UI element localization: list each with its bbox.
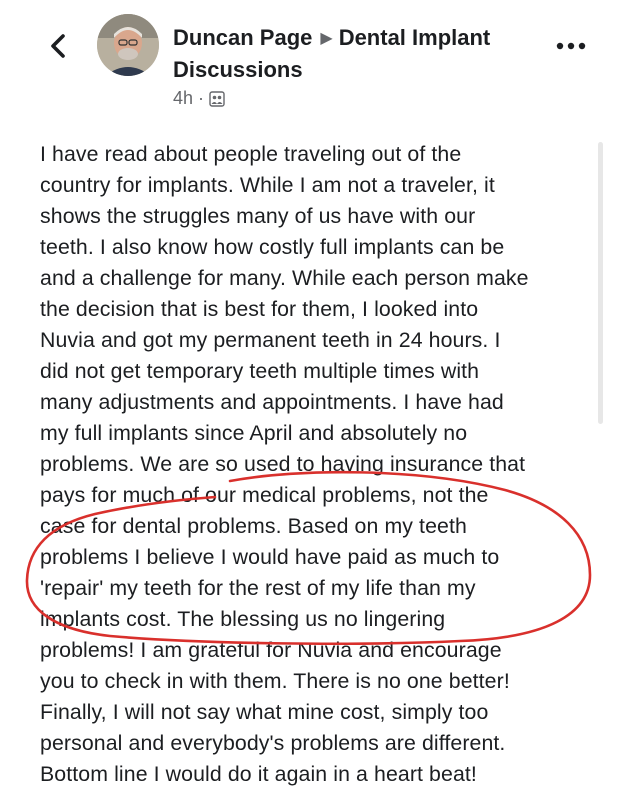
post-text-line: many adjustments and appointments. I hav…	[40, 390, 504, 414]
post-text-line: pays for much of our medical problems, n…	[40, 483, 489, 507]
post-text-line: my full implants since April and absolut…	[40, 421, 468, 445]
post-text-line: and a challenge for many. While each per…	[40, 266, 529, 290]
post-time[interactable]: 4h	[173, 88, 193, 109]
post-text-line: you to check in with them. There is no o…	[40, 669, 510, 693]
post-text-line: Finally, I will not say what mine cost, …	[40, 700, 489, 724]
author-name[interactable]: Duncan Page	[173, 25, 312, 50]
post-meta: 4h ·	[173, 88, 225, 109]
post-text-line: Nuvia and got my permanent teeth in 24 h…	[40, 328, 501, 352]
post-text: I have read about people traveling out o…	[40, 139, 596, 790]
post-text-line: I have read about people traveling out o…	[40, 142, 462, 166]
post-text-line: did not get temporary teeth multiple tim…	[40, 359, 480, 383]
post-text-line: problems I believe I would have paid as …	[40, 545, 500, 569]
post-text-line: teeth. I also know how costly full impla…	[40, 235, 505, 259]
chevron-left-icon	[51, 34, 65, 58]
more-horizontal-icon	[556, 42, 586, 50]
post-text-line: shows the struggles many of us have with…	[40, 204, 476, 228]
avatar-photo	[97, 14, 159, 76]
post-title: Duncan Page ▶ Dental Implant Discussions	[173, 22, 543, 85]
more-options-button[interactable]	[553, 34, 589, 58]
scrollbar[interactable]	[598, 142, 603, 424]
avatar[interactable]	[97, 14, 159, 76]
post-text-line: Bottom line I would do it again in a hea…	[40, 762, 477, 786]
post-text-line: country for implants. While I am not a t…	[40, 173, 495, 197]
post-text-line: personal and everybody's problems are di…	[40, 731, 506, 755]
triangle-right-icon: ▶	[320, 30, 333, 47]
post-text-line: 'repair' my teeth for the rest of my lif…	[40, 576, 476, 600]
post-text-line: the decision that is best for them, I lo…	[40, 297, 479, 321]
back-button[interactable]	[40, 28, 76, 64]
post-text-line: problems! I am grateful for Nuvia and en…	[40, 638, 502, 662]
post-text-line: case for dental problems. Based on my te…	[40, 514, 467, 538]
post-text-line: problems. We are so used to having insur…	[40, 452, 526, 476]
group-members-icon	[209, 90, 225, 107]
post-text-line: implants cost. The blessing us no linger…	[40, 607, 446, 631]
meta-separator: ·	[198, 88, 205, 108]
post-header: Duncan Page ▶ Dental Implant Discussions 4…	[0, 0, 640, 120]
